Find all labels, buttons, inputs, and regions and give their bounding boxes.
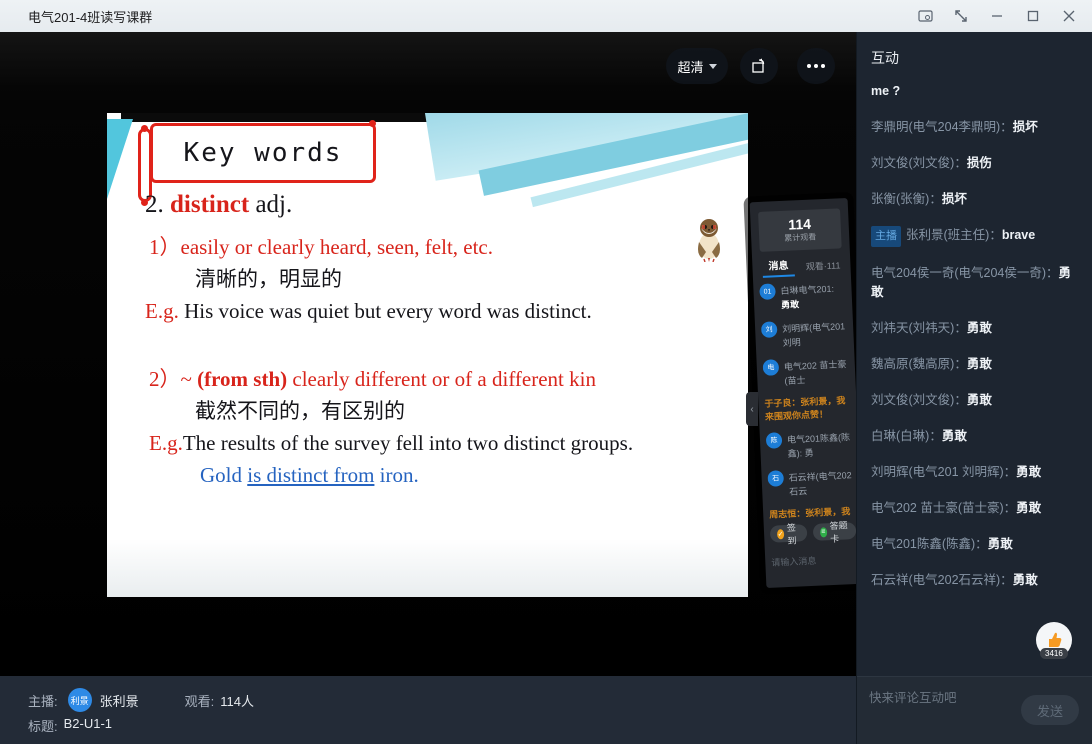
slide-definition-1: 1）easily or clearly heard, seen, felt, e… bbox=[149, 231, 493, 261]
host-badge: 主播 bbox=[871, 226, 901, 247]
answer-card-icon: ≡ bbox=[820, 527, 828, 537]
comment-bar: 发送 bbox=[857, 676, 1092, 744]
views-value: 114人 bbox=[220, 691, 254, 710]
checkin-button[interactable]: ✓ 签到 bbox=[770, 524, 807, 543]
mini-chat-row: 刘 刘明辉(电气201 刘明 bbox=[761, 318, 848, 351]
rotate-icon bbox=[750, 57, 768, 75]
total-views-label: 累计观看 bbox=[784, 231, 816, 243]
slide-title-banner: Key words bbox=[150, 123, 376, 183]
total-views-box: 114 累计观看 bbox=[758, 208, 842, 252]
viewer-mini-panel: 114 累计观看 消息 观看·111 01 白琳电气201: 勇敢 刘 刘明辉(… bbox=[750, 198, 856, 588]
avatar: 石 bbox=[767, 470, 784, 487]
player-controls: 超清 bbox=[0, 48, 856, 84]
mini-chat-input[interactable] bbox=[771, 554, 856, 568]
quality-dropdown[interactable]: 超清 bbox=[666, 48, 728, 84]
chat-message: 刘文俊(刘文俊)：勇敢 bbox=[871, 391, 1078, 410]
slide-example-3: Gold is distinct from iron. bbox=[200, 463, 419, 488]
video-player: 超清 Key words 2. distinct adj. bbox=[0, 32, 856, 676]
stream-title-label: 标题: bbox=[28, 716, 58, 735]
mini-chat-notice: 于子良：张利景，我来围观你点赞！ bbox=[764, 394, 851, 424]
quality-label: 超清 bbox=[677, 57, 703, 76]
close-icon[interactable] bbox=[1054, 3, 1084, 29]
chat-message: 刘祎天(刘祎天)：勇敢 bbox=[871, 319, 1078, 338]
more-options-button[interactable] bbox=[797, 48, 835, 84]
chat-message: me ? bbox=[871, 82, 1078, 101]
fullscreen-icon[interactable] bbox=[946, 3, 976, 29]
sidebar-title: 互动 bbox=[857, 32, 1092, 78]
app-window: 电气201-4班读写课群 超清 bbox=[0, 0, 1092, 744]
answer-card-button[interactable]: ≡ 答题卡 bbox=[812, 522, 856, 541]
chat-message: 刘文俊(刘文俊)：损伤 bbox=[871, 154, 1078, 173]
chat-message: 刘明辉(电气201 刘明辉)：勇敢 bbox=[871, 463, 1078, 482]
slide-example-1: E.g. His voice was quiet but every word … bbox=[145, 299, 592, 324]
mini-panel-actions: ✓ 签到 ≡ 答题卡 bbox=[770, 522, 856, 543]
slide-definition-2-cn: 截然不同的，有区别的 bbox=[195, 395, 405, 425]
tab-messages[interactable]: 消息 bbox=[762, 256, 795, 277]
slide-word-heading: 2. distinct adj. bbox=[145, 191, 292, 219]
window-title: 电气201-4班读写课群 bbox=[28, 7, 152, 26]
mini-chat-list: 01 白琳电气201: 勇敢 刘 刘明辉(电气201 刘明 电 电气202 苗士… bbox=[759, 280, 855, 522]
slide-example-2: E.g.The results of the survey fell into … bbox=[149, 431, 633, 456]
interaction-sidebar: 互动 me ? 李鼎明(电气204李鼎明)：损坏 刘文俊(刘文俊)：损伤 张衡(… bbox=[856, 32, 1092, 744]
host-label: 主播: bbox=[28, 691, 58, 710]
slide-definition-2: 2）~ (from sth) clearly different or of a… bbox=[149, 363, 596, 393]
minimize-icon[interactable] bbox=[982, 3, 1012, 29]
tab-watching[interactable]: 观看·111 bbox=[805, 258, 840, 273]
total-views-count: 114 bbox=[788, 217, 811, 233]
slide-title: Key words bbox=[184, 138, 343, 168]
mini-panel-tabs: 消息 观看·111 bbox=[758, 254, 845, 278]
rotate-button[interactable] bbox=[740, 48, 778, 84]
send-button[interactable]: 发送 bbox=[1021, 695, 1079, 725]
like-button[interactable]: 3416 bbox=[1036, 622, 1074, 666]
stream-title-value: B2-U1-1 bbox=[64, 716, 112, 735]
window-settings-icon[interactable] bbox=[910, 3, 940, 29]
bird-image bbox=[692, 216, 726, 262]
chat-message: 石云祥(电气202石云祥)：勇敢 bbox=[871, 571, 1078, 590]
chat-message: 白琳(白琳)：勇敢 bbox=[871, 427, 1078, 446]
mini-chat-row: 电 电气202 苗士豪(苗士 bbox=[763, 356, 850, 389]
title-bar: 电气201-4班读写课群 bbox=[0, 0, 1092, 32]
avatar: 电 bbox=[763, 359, 780, 376]
chat-message: 张衡(张衡)：损坏 bbox=[871, 190, 1078, 209]
like-count-badge: 3416 bbox=[1040, 648, 1068, 659]
avatar: 01 bbox=[759, 283, 776, 300]
avatar: 刘 bbox=[761, 321, 778, 338]
maximize-icon[interactable] bbox=[1018, 3, 1048, 29]
chat-message: 电气201陈鑫(陈鑫)：勇敢 bbox=[871, 535, 1078, 554]
chat-message-host: 主播张利景(班主任)：brave bbox=[871, 226, 1078, 247]
chat-list: me ? 李鼎明(电气204李鼎明)：损坏 刘文俊(刘文俊)：损伤 张衡(张衡)… bbox=[857, 78, 1092, 590]
host-avatar[interactable]: 利景 bbox=[68, 688, 92, 712]
comment-input[interactable] bbox=[869, 691, 999, 705]
avatar: 陈 bbox=[766, 432, 783, 449]
chat-message: 李鼎明(电气204李鼎明)：损坏 bbox=[871, 118, 1078, 137]
chevron-down-icon bbox=[709, 64, 717, 69]
slide-definition-1-cn: 清晰的，明显的 bbox=[195, 263, 342, 293]
presentation-slide: Key words 2. distinct adj. 1）easily or c… bbox=[107, 113, 748, 597]
slide-decoration bbox=[107, 119, 133, 199]
chat-message: 电气202 苗士豪(苗士豪)：勇敢 bbox=[871, 499, 1078, 518]
chat-message: 魏高原(魏高原)：勇敢 bbox=[871, 355, 1078, 374]
window-controls bbox=[910, 0, 1084, 32]
like-icon bbox=[1044, 630, 1064, 650]
host-name: 张利景 bbox=[100, 691, 139, 710]
mini-chat-row: 01 白琳电气201: 勇敢 bbox=[759, 280, 846, 313]
chat-message: 电气204侯一奇(电气204侯一奇)：勇敢 bbox=[871, 264, 1078, 302]
more-icon bbox=[807, 64, 811, 68]
mini-chat-row: 陈 电气201陈鑫(陈鑫): 勇 bbox=[766, 429, 853, 462]
stream-info-bar: 主播: 利景 张利景 观看: 114人 标题: B2-U1-1 bbox=[0, 676, 856, 744]
mini-chat-row: 石 石云祥(电气202石云 bbox=[767, 467, 854, 500]
views-label: 观看: bbox=[185, 691, 215, 710]
checkin-icon: ✓ bbox=[777, 529, 784, 539]
panel-collapse-button[interactable]: ‹ bbox=[746, 392, 758, 426]
collapse-arrow-icon: ‹ bbox=[750, 404, 753, 415]
